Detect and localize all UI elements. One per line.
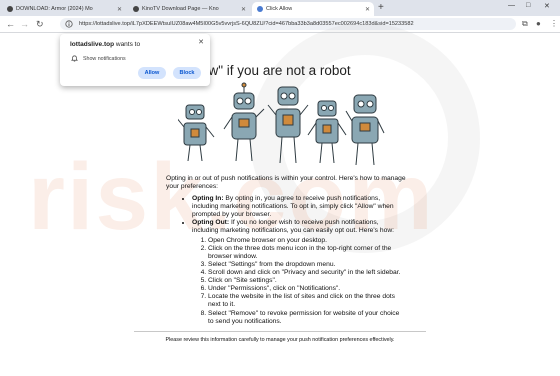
tab-bar: DOWNLOAD: Armor (2024) Mo ✕ KinoTV Downl… <box>0 0 560 16</box>
page-content: Opting in or out of push notifications i… <box>166 175 406 326</box>
forward-icon[interactable]: → <box>20 18 29 30</box>
new-tab-icon[interactable]: + <box>378 2 384 14</box>
profile-icon[interactable]: ● <box>536 19 541 28</box>
block-button[interactable]: Block <box>173 67 201 79</box>
popup-title: lottadslive.top wants to <box>70 41 140 48</box>
intro-text: Opting in or out of push notifications i… <box>166 175 406 191</box>
opt-out-title: Opting Out: <box>192 219 230 227</box>
notification-permission-popup: lottadslive.top wants to ✕ Show notifica… <box>60 34 210 86</box>
maximize-icon[interactable]: □ <box>526 2 530 9</box>
close-window-icon[interactable]: ✕ <box>544 2 550 10</box>
browser-toolbar: ← → ↻ https://lottadslive.top/iL7pXDEEWt… <box>0 16 560 33</box>
robot-2 <box>223 82 265 162</box>
allow-button[interactable]: Allow <box>138 67 166 79</box>
robots-illustration <box>178 82 385 166</box>
extensions-icon[interactable]: ⧉ <box>522 19 528 29</box>
opt-in-title: Opting In: <box>192 195 224 203</box>
close-tab-icon[interactable]: ✕ <box>365 6 370 13</box>
opt-in-item: Opting In: By opting in, you agree to re… <box>192 195 406 219</box>
tab-label: Click Allow <box>266 6 293 12</box>
site-info-icon[interactable] <box>65 20 73 28</box>
permission-request-text: Show notifications <box>83 56 126 62</box>
opt-out-item: Opting Out: If you no longer wish to rec… <box>192 219 406 325</box>
menu-icon[interactable]: ⋮ <box>550 19 558 28</box>
tab-favicon-icon <box>133 6 139 12</box>
reload-icon[interactable]: ↻ <box>36 18 44 30</box>
tab-favicon-icon <box>7 6 13 12</box>
step-item: Locate the website in the list of sites … <box>208 293 406 309</box>
step-item: Select "Remove" to revoke permission for… <box>208 310 406 326</box>
robot-5 <box>345 94 385 166</box>
robot-1 <box>178 104 215 162</box>
tab-label: DOWNLOAD: Armor (2024) Mo <box>16 6 93 12</box>
close-tab-icon[interactable]: ✕ <box>117 6 122 13</box>
popup-site: lottadslive.top <box>70 41 115 48</box>
step-item: Scroll down and click on "Privacy and se… <box>208 269 406 277</box>
close-icon[interactable]: ✕ <box>198 38 204 46</box>
tab-label: KinoTV Download Page — Kno <box>142 6 219 12</box>
popup-wants-to: wants to <box>115 41 141 48</box>
minimize-icon[interactable]: — <box>508 2 515 9</box>
tab-download-armor[interactable]: DOWNLOAD: Armor (2024) Mo ✕ <box>2 2 126 16</box>
step-item: Under "Permissions", click on "Notificat… <box>208 285 406 293</box>
robot-3 <box>267 86 309 164</box>
steps-list: Open Chrome browser on your desktop. Cli… <box>192 237 406 325</box>
step-item: Select "Settings" from the dropdown menu… <box>208 261 406 269</box>
bell-icon <box>71 55 78 62</box>
close-tab-icon[interactable]: ✕ <box>241 6 246 13</box>
back-icon[interactable]: ← <box>6 18 15 30</box>
page-headline: llow" if you are not a robot <box>195 63 351 78</box>
page-footer: Please review this information carefully… <box>134 331 426 343</box>
robot-4 <box>307 100 347 164</box>
tab-favicon-icon <box>257 6 263 12</box>
step-item: Open Chrome browser on your desktop. <box>208 237 406 245</box>
step-item: Click on "Site settings". <box>208 277 406 285</box>
address-bar[interactable]: https://lottadslive.top/iL7pXDEEWtsuIUZ0… <box>60 18 516 30</box>
step-item: Click on the three dots menu icon in the… <box>208 245 406 261</box>
options-list: Opting In: By opting in, you agree to re… <box>166 195 406 326</box>
tab-kinotv-download[interactable]: KinoTV Download Page — Kno ✕ <box>128 2 250 16</box>
tab-click-allow[interactable]: Click Allow ✕ <box>252 2 374 16</box>
